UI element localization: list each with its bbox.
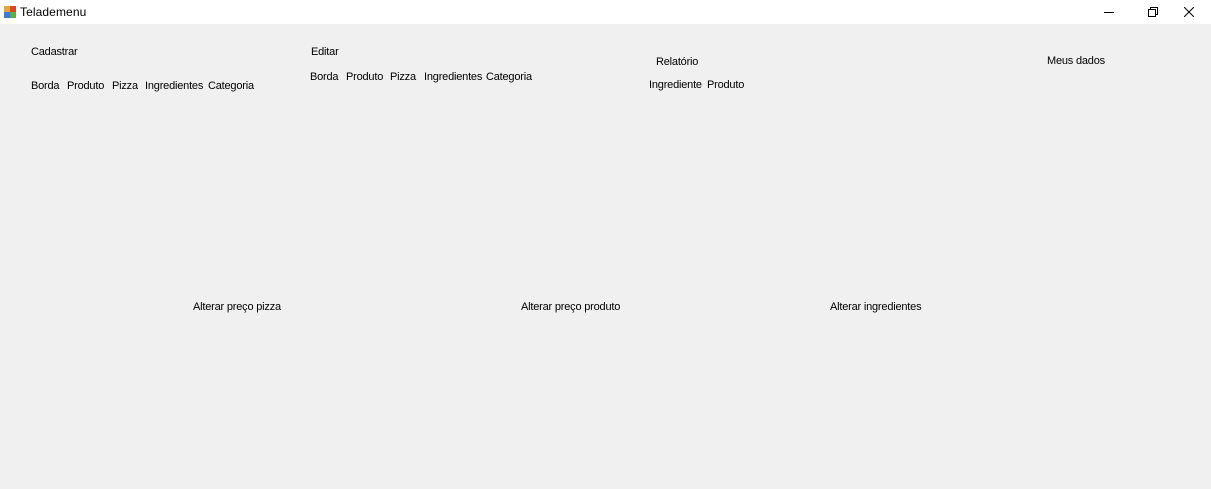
editar-produto-link[interactable]: Produto <box>346 71 383 84</box>
cadastrar-produto-link[interactable]: Produto <box>67 80 104 93</box>
editar-ingredientes-link[interactable]: Ingredientes <box>424 71 482 84</box>
cadastrar-pizza-link[interactable]: Pizza <box>112 80 138 93</box>
main-window: Telademenu Cadastrar Borda Produto Pizza… <box>0 0 1211 489</box>
minimize-icon <box>1104 12 1114 13</box>
close-button[interactable] <box>1167 0 1211 24</box>
relatorio-ingrediente-link[interactable]: Ingrediente <box>649 79 702 92</box>
alterar-ingredientes-link[interactable]: Alterar ingredientes <box>830 301 922 314</box>
title-bar[interactable]: Telademenu <box>0 0 1211 24</box>
restore-icon <box>1148 7 1158 17</box>
window-title: Telademenu <box>20 5 87 19</box>
cadastrar-heading: Cadastrar <box>31 46 78 58</box>
app-icon <box>4 6 16 18</box>
cadastrar-ingredientes-link[interactable]: Ingredientes <box>145 80 203 93</box>
editar-pizza-link[interactable]: Pizza <box>390 71 416 84</box>
meus-dados-link[interactable]: Meus dados <box>1047 55 1105 68</box>
alterar-preco-produto-link[interactable]: Alterar preço produto <box>521 301 620 314</box>
alterar-preco-pizza-link[interactable]: Alterar preço pizza <box>193 301 281 314</box>
close-icon <box>1184 7 1194 17</box>
cadastrar-borda-link[interactable]: Borda <box>31 80 60 93</box>
cadastrar-categoria-link[interactable]: Categoria <box>208 80 254 93</box>
editar-borda-link[interactable]: Borda <box>310 71 339 84</box>
relatorio-produto-link[interactable]: Produto <box>707 79 744 92</box>
relatorio-heading: Relatório <box>656 56 699 68</box>
minimize-button[interactable] <box>1087 0 1131 24</box>
editar-categoria-link[interactable]: Categoria <box>486 71 532 84</box>
editar-heading: Editar <box>311 46 339 58</box>
